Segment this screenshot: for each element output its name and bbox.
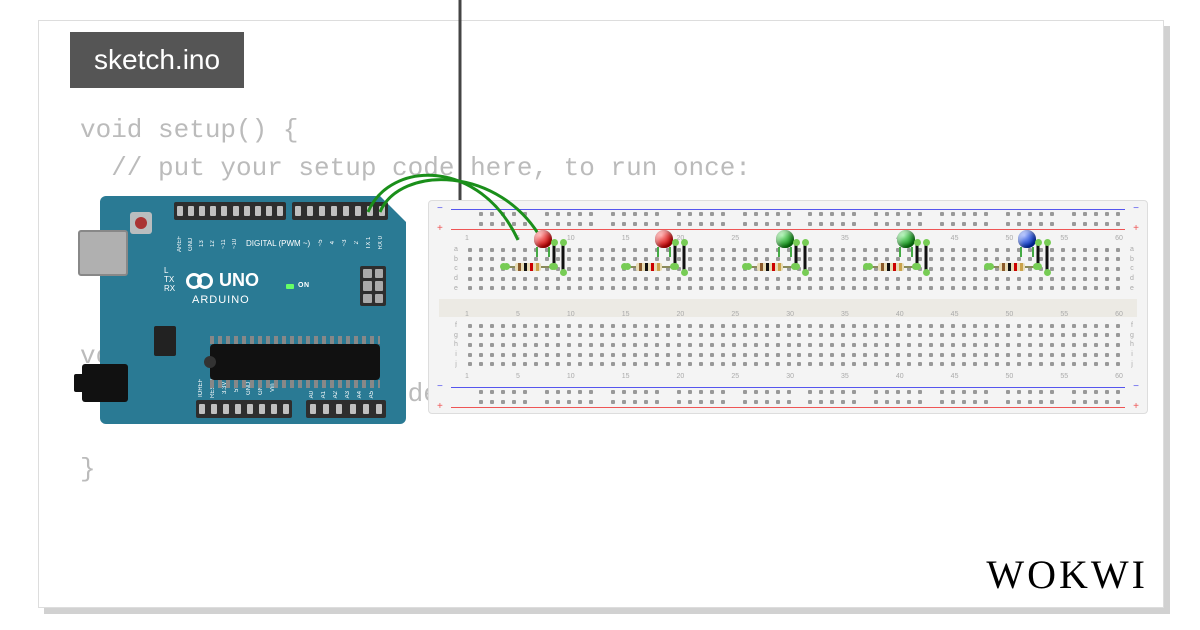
analog-pins-labels: A0A1A2A3A4A5 (309, 391, 381, 398)
connection-point (866, 263, 873, 270)
bot-minus-label-r: − (1133, 381, 1139, 392)
connection-point (503, 263, 510, 270)
board-brand-label: ARDUINO (192, 294, 250, 306)
board-model-label: UNO (219, 270, 259, 291)
row-letters-bot-right: fghij (1127, 321, 1137, 369)
connection-point (624, 263, 631, 270)
connection-point (914, 263, 921, 270)
top-minus-label-r: − (1133, 203, 1139, 214)
column-numbers-mid: 151015202530354045505560 (465, 311, 1123, 318)
wokwi-logo-text: WOKWI (986, 552, 1148, 597)
connection-point (551, 263, 558, 270)
top-minus-label: − (437, 203, 443, 214)
top-plus-label: + (437, 223, 443, 234)
connection-point (793, 263, 800, 270)
led-green[interactable] (896, 230, 916, 252)
resistor[interactable] (625, 263, 673, 271)
icsp-header (360, 266, 386, 306)
top-rail-holes-2 (465, 221, 1123, 227)
led-blue[interactable] (1017, 230, 1037, 252)
connection-point (923, 239, 930, 246)
led-green[interactable] (775, 230, 795, 252)
connection-point (551, 239, 558, 246)
on-led-label: ON (298, 282, 310, 289)
resistor[interactable] (504, 263, 552, 271)
connection-point (681, 269, 688, 276)
bot-rail-holes-1 (465, 389, 1123, 395)
connection-point (672, 239, 679, 246)
code-line: void setup() { (80, 115, 298, 145)
bot-rail-pos-line (451, 407, 1125, 408)
digital-header-1[interactable] (174, 202, 286, 220)
top-plus-label-r: + (1133, 223, 1139, 234)
resistor[interactable] (988, 263, 1036, 271)
infinity-icon (186, 273, 213, 289)
connection-point (802, 269, 809, 276)
barrel-jack (82, 364, 128, 402)
bot-rail-neg-line (451, 387, 1125, 388)
led-red[interactable] (533, 230, 553, 252)
code-line: } (80, 454, 96, 484)
connection-point (802, 239, 809, 246)
bot-plus-label-r: + (1133, 401, 1139, 412)
connection-point (745, 263, 752, 270)
board-logo: UNO (186, 270, 259, 291)
top-rail-holes-1 (465, 211, 1123, 217)
resistor[interactable] (867, 263, 915, 271)
terminal-strip-bottom (465, 321, 1123, 369)
connection-point (560, 269, 567, 276)
bot-rail-holes-2 (465, 399, 1123, 405)
connection-point (672, 263, 679, 270)
connection-point (914, 239, 921, 246)
bot-plus-label: + (437, 401, 443, 412)
connection-point (987, 263, 994, 270)
connection-point (923, 269, 930, 276)
connection-point (681, 239, 688, 246)
analog-header[interactable] (306, 400, 386, 418)
row-letters-bot-left: fghij (451, 321, 461, 369)
digital-section-label: DIGITAL (PWM ~) (242, 238, 314, 249)
connection-point (1035, 263, 1042, 270)
connection-point (1044, 269, 1051, 276)
column-numbers-bot: 151015202530354045505560 (465, 373, 1123, 380)
bot-minus-label: − (437, 381, 443, 392)
connection-point (793, 239, 800, 246)
voltage-regulator (154, 326, 176, 356)
wokwi-logo: WOKWI (986, 551, 1148, 598)
digital-header-2[interactable] (292, 202, 388, 220)
rx-led-label: RX (164, 284, 175, 293)
atmega-chip (210, 344, 380, 380)
power-header[interactable] (196, 400, 292, 418)
on-led (286, 284, 294, 289)
top-rail-neg-line (451, 209, 1125, 210)
row-letters-top-left: abcde (451, 245, 461, 293)
code-line: // put your setup code here, to run once… (80, 153, 751, 183)
file-tab-label: sketch.ino (94, 44, 220, 75)
connection-point (1035, 239, 1042, 246)
tx-led-label: TX (164, 275, 175, 284)
led-red[interactable] (654, 230, 674, 252)
connection-point (560, 239, 567, 246)
usb-port (78, 230, 128, 276)
reset-button[interactable] (130, 212, 152, 234)
connection-point (1044, 239, 1051, 246)
resistor[interactable] (746, 263, 794, 271)
file-tab[interactable]: sketch.ino (70, 32, 244, 88)
row-letters-top-right: abcde (1127, 245, 1137, 293)
indicator-labels: L TX RX (164, 266, 175, 293)
arduino-uno-board[interactable]: AREFGND1312~11~10~98 7~6~54~32TX 1RX 0 I… (100, 196, 406, 424)
l-led-label: L (164, 266, 175, 275)
